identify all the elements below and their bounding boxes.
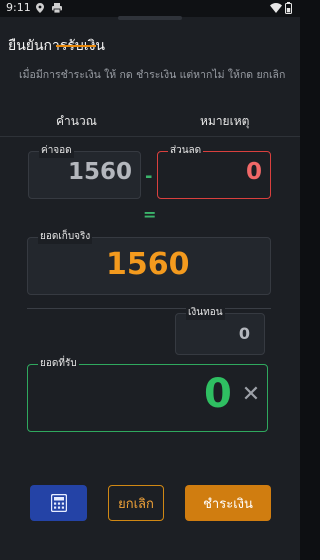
dialog-description: เมื่อมีการชำระเงิน ให้ กด ชำระเงิน แต่หา… (19, 69, 286, 81)
minus-sign: - (145, 166, 153, 187)
pay-button[interactable]: ชำระเงิน (185, 485, 271, 521)
tab-notes[interactable]: หมายเหตุ (200, 112, 249, 131)
dialog-handle (118, 16, 182, 20)
net-amount-value: 1560 (106, 247, 190, 282)
calculator-button[interactable] (30, 485, 87, 521)
net-amount-label: ยอดเก็บจริง (38, 230, 93, 244)
received-amount-field[interactable]: ยอดที่รับ 0 ✕ (27, 357, 268, 432)
tab-bar: คำนวณ หมายเหตุ (0, 107, 300, 135)
received-amount-value[interactable]: 0 (204, 371, 232, 417)
change-field: เงินทอน 0 (175, 306, 265, 355)
total-fee-label: ค่าจอด (39, 144, 74, 158)
tab-calculate[interactable]: คำนวณ (56, 112, 97, 131)
received-amount-label: ยอดที่รับ (38, 357, 79, 371)
status-right-icons (270, 2, 292, 14)
total-fee-field: ค่าจอด 1560 (28, 144, 141, 199)
tab-active-indicator (56, 45, 96, 47)
total-fee-value: 1560 (67, 159, 132, 185)
section-divider (27, 308, 271, 309)
location-icon (36, 3, 44, 13)
status-left-icons (36, 3, 62, 13)
discount-field[interactable]: ส่วนลด 0 (157, 144, 271, 199)
change-value: 0 (238, 324, 250, 343)
equals-sign: = (143, 205, 157, 224)
status-time: 9:11 (6, 1, 31, 14)
calculator-icon (50, 494, 67, 512)
tab-divider (0, 136, 300, 137)
discount-value: 0 (245, 159, 262, 185)
payment-dialog: ยืนยันการรับเงิน เมื่อมีการชำระเงิน ให้ … (0, 16, 300, 560)
change-label: เงินทอน (186, 306, 225, 320)
cancel-button[interactable]: ยกเลิก (108, 485, 164, 521)
battery-icon (285, 2, 292, 14)
wifi-icon (270, 3, 282, 13)
discount-label: ส่วนลด (168, 144, 204, 158)
printer-icon (52, 3, 62, 13)
net-amount-field: ยอดเก็บจริง 1560 (27, 230, 271, 295)
clear-icon[interactable]: ✕ (241, 384, 261, 406)
